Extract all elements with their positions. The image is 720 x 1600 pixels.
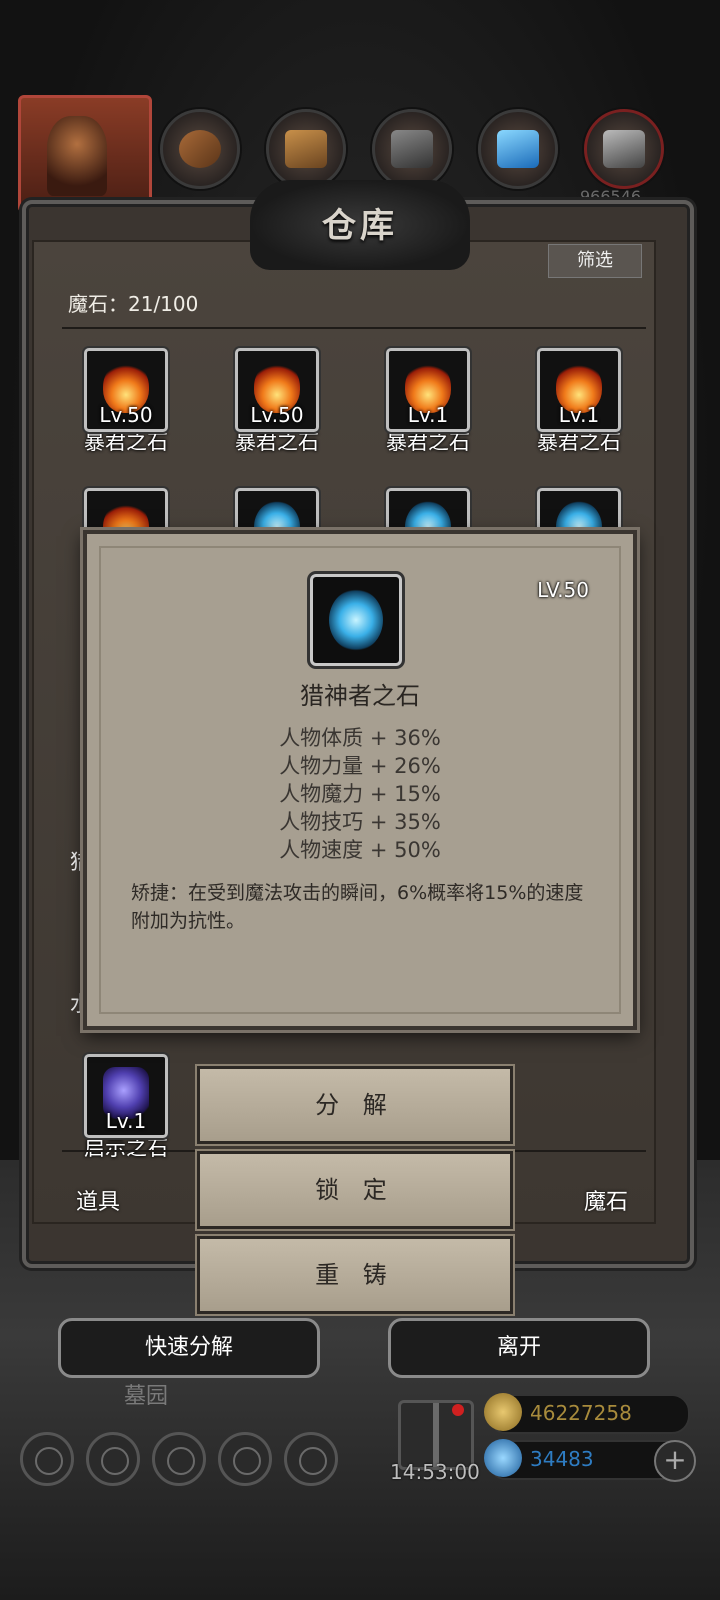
stat-constitution: 人物体质 + 36% <box>279 726 441 750</box>
achievement-icon[interactable] <box>86 1432 140 1486</box>
item-level: LV.50 <box>537 578 589 602</box>
reforge-button[interactable]: 重 铸 <box>197 1236 513 1314</box>
decompose-button[interactable]: 分 解 <box>197 1066 513 1144</box>
mail-icon[interactable] <box>218 1432 272 1486</box>
item-slot: Lv.1 <box>537 348 621 432</box>
diamond-amount: 34483 <box>530 1447 594 1471</box>
item-level: Lv.1 <box>558 403 600 427</box>
item-name: 猎神者之石 <box>300 682 420 710</box>
item-slot: Lv.1 <box>84 1054 168 1138</box>
stone-count: 魔石：21/100 <box>68 292 199 316</box>
add-currency-button[interactable]: + <box>654 1440 696 1482</box>
gift-timer: 14:53:00 <box>390 1460 480 1484</box>
stat-magic: 人物魔力 + 15% <box>279 782 441 806</box>
item-level: Lv.50 <box>99 403 153 427</box>
stone-item[interactable]: Lv.1 启示之石 <box>60 1054 192 1162</box>
iron-resource-icon <box>372 109 452 189</box>
shop-icon[interactable] <box>284 1432 338 1486</box>
item-level: Lv.1 <box>407 403 449 427</box>
tab-magic-stones[interactable]: 魔石 <box>584 1184 628 1216</box>
diamond-icon <box>484 1439 522 1477</box>
item-level: Lv.50 <box>250 403 304 427</box>
stat-speed: 人物速度 + 50% <box>279 838 441 862</box>
crystal-resource-icon <box>478 109 558 189</box>
item-detail-popup: LV.50 猎神者之石 人物体质 + 36% 人物力量 + 26% 人物魔力 +… <box>83 530 637 1030</box>
leave-button[interactable]: 离开 <box>388 1318 650 1378</box>
wood-resource-icon <box>266 109 346 189</box>
item-slot: Lv.50 <box>84 348 168 432</box>
blue-gem-icon <box>329 589 383 651</box>
stone-item[interactable]: Lv.1 暴君之石 <box>513 348 645 456</box>
steel-resource-icon <box>584 109 664 189</box>
item-slot: Lv.1 <box>386 348 470 432</box>
tab-items[interactable]: 道具 <box>76 1184 120 1216</box>
player-avatar[interactable] <box>18 95 152 213</box>
settings-icon[interactable] <box>20 1432 74 1486</box>
quick-decompose-button[interactable]: 快速分解 <box>58 1318 320 1378</box>
warehouse-header: 仓库 <box>250 180 470 270</box>
stone-item[interactable]: Lv.1 暴君之石 <box>362 348 494 456</box>
leather-resource-icon <box>160 109 240 189</box>
ranking-icon[interactable] <box>152 1432 206 1486</box>
gold-amount: 46227258 <box>530 1401 632 1425</box>
notification-dot <box>452 1404 464 1416</box>
stat-list: 人物体质 + 36% 人物力量 + 26% 人物魔力 + 15% 人物技巧 + … <box>87 724 633 864</box>
lock-button[interactable]: 锁 定 <box>197 1151 513 1229</box>
item-slot: Lv.50 <box>235 348 319 432</box>
stat-strength: 人物力量 + 26% <box>279 754 441 778</box>
stone-item[interactable]: Lv.50 暴君之石 <box>60 348 192 456</box>
gold-coin-icon <box>484 1393 522 1431</box>
item-level: Lv.1 <box>105 1109 147 1133</box>
item-description: 矫捷：在受到魔法攻击的瞬间，6%概率将15%的速度附加为抗性。 <box>131 882 584 932</box>
filter-button[interactable]: 筛选 <box>548 244 642 278</box>
zone-name: 墓园 <box>124 1384 169 1409</box>
item-icon-frame <box>310 574 402 666</box>
page-title: 仓库 <box>322 206 398 246</box>
divider <box>62 327 646 329</box>
stone-item[interactable]: Lv.50 暴君之石 <box>211 348 343 456</box>
stat-skill: 人物技巧 + 35% <box>279 810 441 834</box>
